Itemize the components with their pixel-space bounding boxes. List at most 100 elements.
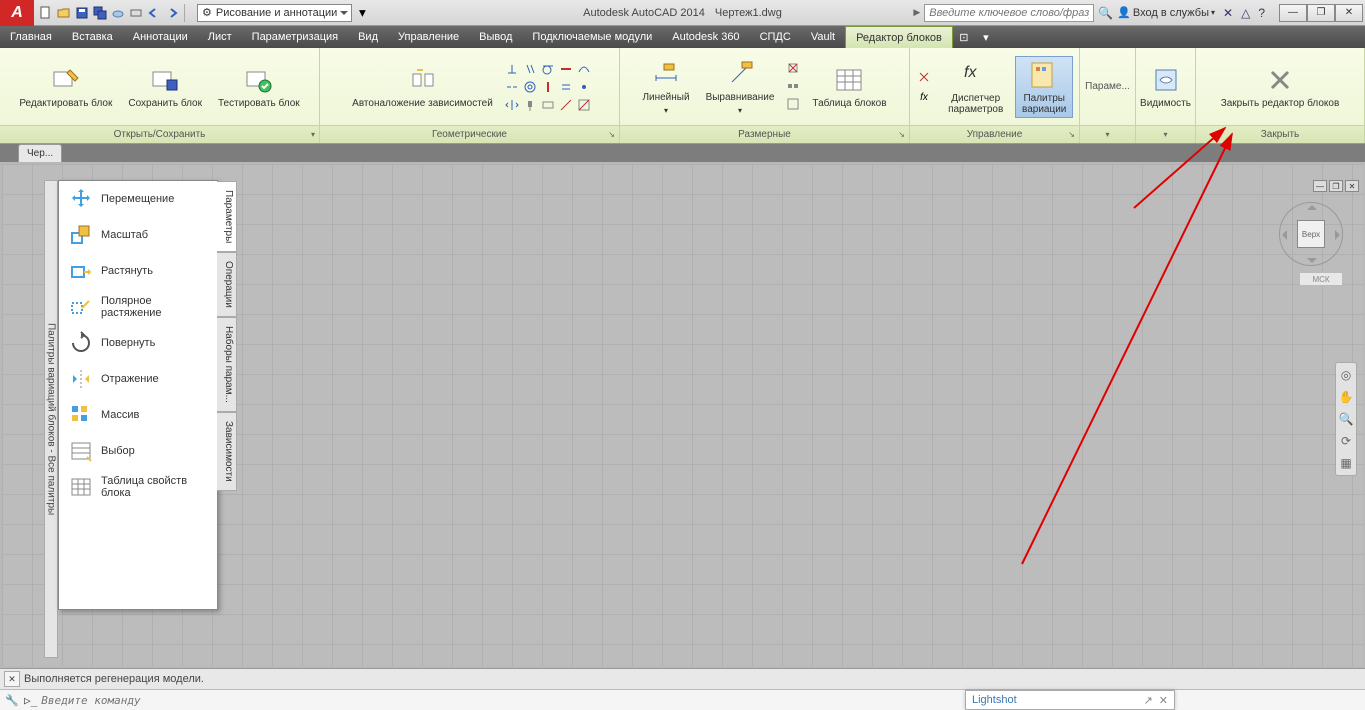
- qat-more-icon[interactable]: ▾: [354, 5, 370, 21]
- panel-dimensional[interactable]: Размерные↘: [620, 125, 909, 143]
- undo-icon[interactable]: [146, 5, 162, 21]
- help2-icon[interactable]: ?: [1258, 6, 1265, 20]
- cmd-options-icon[interactable]: 🔧: [4, 694, 20, 707]
- help-icon[interactable]: △: [1241, 6, 1250, 20]
- block-table-button[interactable]: Таблица блоков: [807, 61, 891, 112]
- pal-lookup[interactable]: Выбор: [59, 433, 217, 469]
- tab-manage[interactable]: Управление: [388, 26, 469, 48]
- palette-title-bar[interactable]: Палитры вариаций блоков - Все палитры: [44, 180, 58, 658]
- nav-showmotion-icon[interactable]: ▦: [1338, 455, 1354, 471]
- redo-icon[interactable]: [164, 5, 180, 21]
- pal-polar-stretch[interactable]: Полярное растяжение: [59, 289, 217, 325]
- signin-button[interactable]: 👤Вход в службы▾: [1117, 6, 1215, 19]
- tab-vault[interactable]: Vault: [801, 26, 845, 48]
- ls-up-icon[interactable]: ↗: [1144, 694, 1153, 707]
- app-logo[interactable]: A: [0, 0, 34, 26]
- pal-tab-actions[interactable]: Операции: [217, 252, 237, 317]
- tab-insert[interactable]: Вставка: [62, 26, 123, 48]
- canvas-max-button[interactable]: ❐: [1329, 180, 1343, 192]
- constraint-horizontal-icon[interactable]: [558, 61, 574, 77]
- authoring-palettes-button[interactable]: Палитры вариации: [1015, 56, 1073, 118]
- tab-plugins[interactable]: Подключаемые модули: [522, 26, 662, 48]
- pal-flip[interactable]: Отражение: [59, 361, 217, 397]
- constraint-parallel-icon[interactable]: [522, 61, 538, 77]
- nav-orbit-icon[interactable]: ⟳: [1338, 433, 1354, 449]
- dim-delete-icon[interactable]: [785, 61, 801, 77]
- tab-a360[interactable]: Autodesk 360: [662, 26, 749, 48]
- align-button[interactable]: Выравнивание▾: [701, 55, 780, 119]
- auto-constrain-button[interactable]: Автоналожение зависимостей: [347, 61, 498, 112]
- document-tab[interactable]: Чер...: [18, 144, 62, 162]
- panel-open-save[interactable]: Открыть/Сохранить▾: [0, 125, 319, 143]
- canvas-close-button[interactable]: ✕: [1345, 180, 1359, 192]
- constraint-symmetric-icon[interactable]: [504, 97, 520, 113]
- cmd-close-icon[interactable]: ✕: [4, 671, 20, 687]
- tab-annotate[interactable]: Аннотации: [123, 26, 198, 48]
- minimize-button[interactable]: —: [1279, 4, 1307, 22]
- constraint-hideall-icon[interactable]: [576, 97, 592, 113]
- edit-block-button[interactable]: Редактировать блок: [14, 61, 117, 112]
- panel-manage[interactable]: Управление↘: [910, 125, 1079, 143]
- constraint-smooth-icon[interactable]: [576, 61, 592, 77]
- panel-visibility-dd[interactable]: ▾: [1136, 125, 1195, 143]
- view-cube[interactable]: Верх: [1279, 202, 1343, 266]
- exchange-icon[interactable]: ✕: [1223, 6, 1233, 20]
- constraint-perpendicular-icon[interactable]: [504, 61, 520, 77]
- nav-zoom-icon[interactable]: 🔍: [1338, 411, 1354, 427]
- saveas-icon[interactable]: [92, 5, 108, 21]
- close-button[interactable]: ✕: [1335, 4, 1363, 22]
- pal-rotate[interactable]: Повернуть: [59, 325, 217, 361]
- dim-constraint-icon[interactable]: [785, 79, 801, 95]
- wcs-label[interactable]: МСК: [1299, 272, 1343, 286]
- nav-pan-icon[interactable]: ✋: [1338, 389, 1354, 405]
- workspace-dropdown[interactable]: ⚙Рисование и аннотации: [197, 4, 352, 22]
- manage-fx-icon[interactable]: fx: [916, 88, 932, 104]
- panel-geometric[interactable]: Геометрические↘: [320, 125, 619, 143]
- plot-icon[interactable]: [128, 5, 144, 21]
- constraint-show-icon[interactable]: [540, 97, 556, 113]
- visibility-button[interactable]: Видимость: [1135, 61, 1196, 112]
- tab-spds[interactable]: СПДС: [750, 26, 801, 48]
- save-icon[interactable]: [74, 5, 90, 21]
- open-icon[interactable]: [56, 5, 72, 21]
- maximize-button[interactable]: ❐: [1307, 4, 1335, 22]
- cloud-icon[interactable]: [110, 5, 126, 21]
- constraint-concentric-icon[interactable]: [522, 79, 538, 95]
- constraint-equal-icon[interactable]: [558, 79, 574, 95]
- pal-tab-paramsets[interactable]: Наборы парам...: [217, 317, 237, 412]
- panel-params-dd[interactable]: ▾: [1080, 125, 1135, 143]
- save-block-button[interactable]: Сохранить блок: [123, 61, 207, 112]
- constraint-hide-icon[interactable]: [558, 97, 574, 113]
- pal-array[interactable]: Массив: [59, 397, 217, 433]
- tab-focus-icon[interactable]: ⊡: [953, 26, 975, 48]
- test-block-button[interactable]: Тестировать блок: [213, 61, 305, 112]
- linear-button[interactable]: Линейный▾: [637, 55, 694, 119]
- tab-block-editor[interactable]: Редактор блоков: [845, 26, 953, 48]
- close-editor-button[interactable]: Закрыть редактор блоков: [1216, 61, 1345, 112]
- new-icon[interactable]: [38, 5, 54, 21]
- nav-wheel-icon[interactable]: ◎: [1338, 367, 1354, 383]
- pal-stretch[interactable]: Растянуть: [59, 253, 217, 289]
- constraint-fix-icon[interactable]: [522, 97, 538, 113]
- tab-output[interactable]: Вывод: [469, 26, 522, 48]
- canvas-min-button[interactable]: —: [1313, 180, 1327, 192]
- tab-view[interactable]: Вид: [348, 26, 388, 48]
- lightshot-toast[interactable]: Lightshot ↗✕: [965, 690, 1175, 710]
- constraint-vertical-icon[interactable]: [540, 79, 556, 95]
- search-icon[interactable]: 🔍: [1098, 6, 1113, 20]
- param-manager-button[interactable]: fxДиспетчер параметров: [942, 56, 1009, 118]
- pal-tab-constraints[interactable]: Зависимости: [217, 412, 237, 491]
- search-input[interactable]: [924, 4, 1094, 22]
- ls-close-icon[interactable]: ✕: [1159, 694, 1168, 707]
- constraint-tangent-icon[interactable]: [540, 61, 556, 77]
- pal-proptable[interactable]: Таблица свойств блока: [59, 469, 217, 505]
- dim-form-icon[interactable]: [785, 97, 801, 113]
- manage-delete-icon[interactable]: [916, 70, 932, 86]
- constraint-coincident-icon[interactable]: [576, 79, 592, 95]
- pal-move[interactable]: Перемещение: [59, 181, 217, 217]
- pal-tab-parameters[interactable]: Параметры: [217, 181, 237, 252]
- tab-home[interactable]: Главная: [0, 26, 62, 48]
- tab-more-icon[interactable]: ▾: [975, 26, 997, 48]
- constraint-collinear-icon[interactable]: [504, 79, 520, 95]
- tab-layout[interactable]: Лист: [198, 26, 242, 48]
